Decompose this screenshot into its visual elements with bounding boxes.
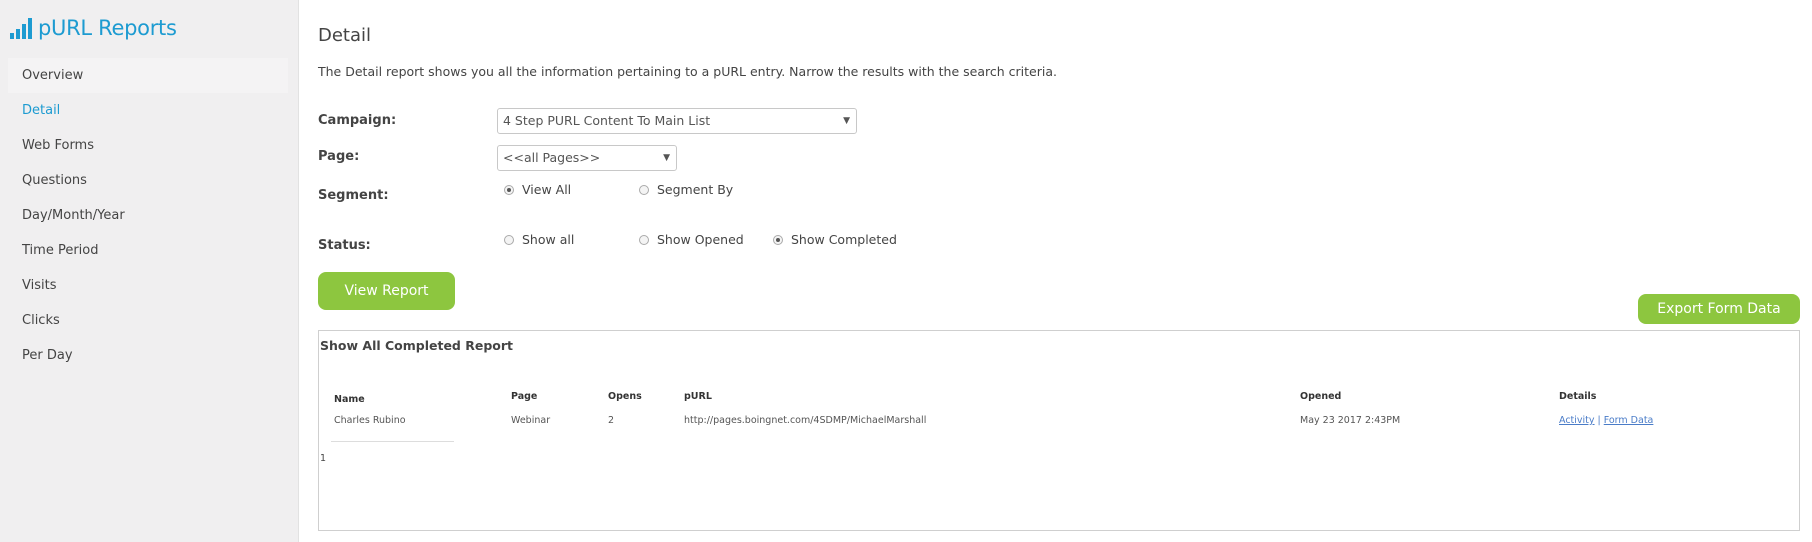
page-select[interactable]: <<all Pages>> ▼ xyxy=(497,145,677,171)
page-description: The Detail report shows you all the info… xyxy=(318,64,1057,79)
cell-opens: 2 xyxy=(608,415,615,426)
sidebar-item-web-forms[interactable]: Web Forms xyxy=(8,128,288,163)
sidebar-item-day-month-year[interactable]: Day/Month/Year xyxy=(8,198,288,233)
radio-unchecked-icon xyxy=(639,184,649,195)
status-show-completed-radio[interactable]: Show Completed xyxy=(773,232,897,247)
sidebar-item-per-day[interactable]: Per Day xyxy=(8,338,288,373)
radio-unchecked-icon xyxy=(639,234,649,245)
dropdown-arrow-icon: ▼ xyxy=(843,116,850,126)
cell-purl: http://pages.boingnet.com/4SDMP/MichaelM… xyxy=(684,415,927,426)
sidebar-item-visits[interactable]: Visits xyxy=(8,268,288,303)
column-header-purl: pURL xyxy=(684,391,712,402)
brand[interactable]: pURL Reports xyxy=(10,16,177,40)
sidebar-item-questions[interactable]: Questions xyxy=(8,163,288,198)
cell-name: Charles Rubino xyxy=(334,415,406,426)
column-header-opens: Opens xyxy=(608,391,642,402)
status-show-opened-radio[interactable]: Show Opened xyxy=(639,232,744,247)
page-select-value: <<all Pages>> xyxy=(503,150,601,165)
link-separator: | xyxy=(1597,415,1601,426)
sidebar-item-detail[interactable]: Detail xyxy=(8,93,288,128)
campaign-select[interactable]: 4 Step PURL Content To Main List ▼ xyxy=(497,108,857,134)
cell-page: Webinar xyxy=(511,415,551,426)
dropdown-arrow-icon: ▼ xyxy=(663,153,670,163)
sidebar-item-time-period[interactable]: Time Period xyxy=(8,233,288,268)
activity-link[interactable]: Activity xyxy=(1559,415,1595,426)
cell-details: Activity | Form Data xyxy=(1559,415,1653,426)
radio-unchecked-icon xyxy=(504,234,514,245)
radio-label: Show Completed xyxy=(791,232,897,247)
page-label: Page: xyxy=(318,149,360,164)
status-label: Status: xyxy=(318,238,371,253)
segment-view-all-radio[interactable]: View All xyxy=(504,182,571,197)
main-content: Detail The Detail report shows you all t… xyxy=(318,0,1812,542)
radio-label: Show all xyxy=(522,232,575,247)
row-divider xyxy=(331,441,454,442)
column-header-opened: Opened xyxy=(1300,391,1342,402)
radio-label: Show Opened xyxy=(657,232,744,247)
status-show-all-radio[interactable]: Show all xyxy=(504,232,574,247)
cell-opened: May 23 2017 2:43PM xyxy=(1300,415,1401,426)
segment-label: Segment: xyxy=(318,188,389,203)
sidebar-nav: Overview Detail Web Forms Questions Day/… xyxy=(8,58,288,373)
sidebar-item-clicks[interactable]: Clicks xyxy=(8,303,288,338)
view-report-button[interactable]: View Report xyxy=(318,272,455,310)
bar-chart-icon xyxy=(10,17,32,39)
report-title: Show All Completed Report xyxy=(320,338,514,353)
column-header-page: Page xyxy=(511,391,538,402)
radio-label: Segment By xyxy=(657,182,734,197)
radio-checked-icon xyxy=(504,184,514,195)
radio-label: View All xyxy=(522,182,572,197)
brand-title: pURL Reports xyxy=(38,16,177,40)
radio-checked-icon xyxy=(773,234,783,245)
page-title: Detail xyxy=(318,25,372,46)
form-data-link[interactable]: Form Data xyxy=(1604,415,1654,426)
sidebar: pURL Reports Overview Detail Web Forms Q… xyxy=(0,0,299,542)
column-header-details: Details xyxy=(1559,391,1597,402)
segment-by-radio[interactable]: Segment By xyxy=(639,182,733,197)
export-form-data-button[interactable]: Export Form Data xyxy=(1638,294,1800,324)
campaign-label: Campaign: xyxy=(318,113,397,128)
column-header-name: Name xyxy=(334,394,365,405)
report-panel: Show All Completed Report Name Page Open… xyxy=(318,330,1800,531)
pagination-page-1[interactable]: 1 xyxy=(320,453,326,464)
campaign-select-value: 4 Step PURL Content To Main List xyxy=(503,113,711,128)
sidebar-item-overview[interactable]: Overview xyxy=(8,58,288,93)
